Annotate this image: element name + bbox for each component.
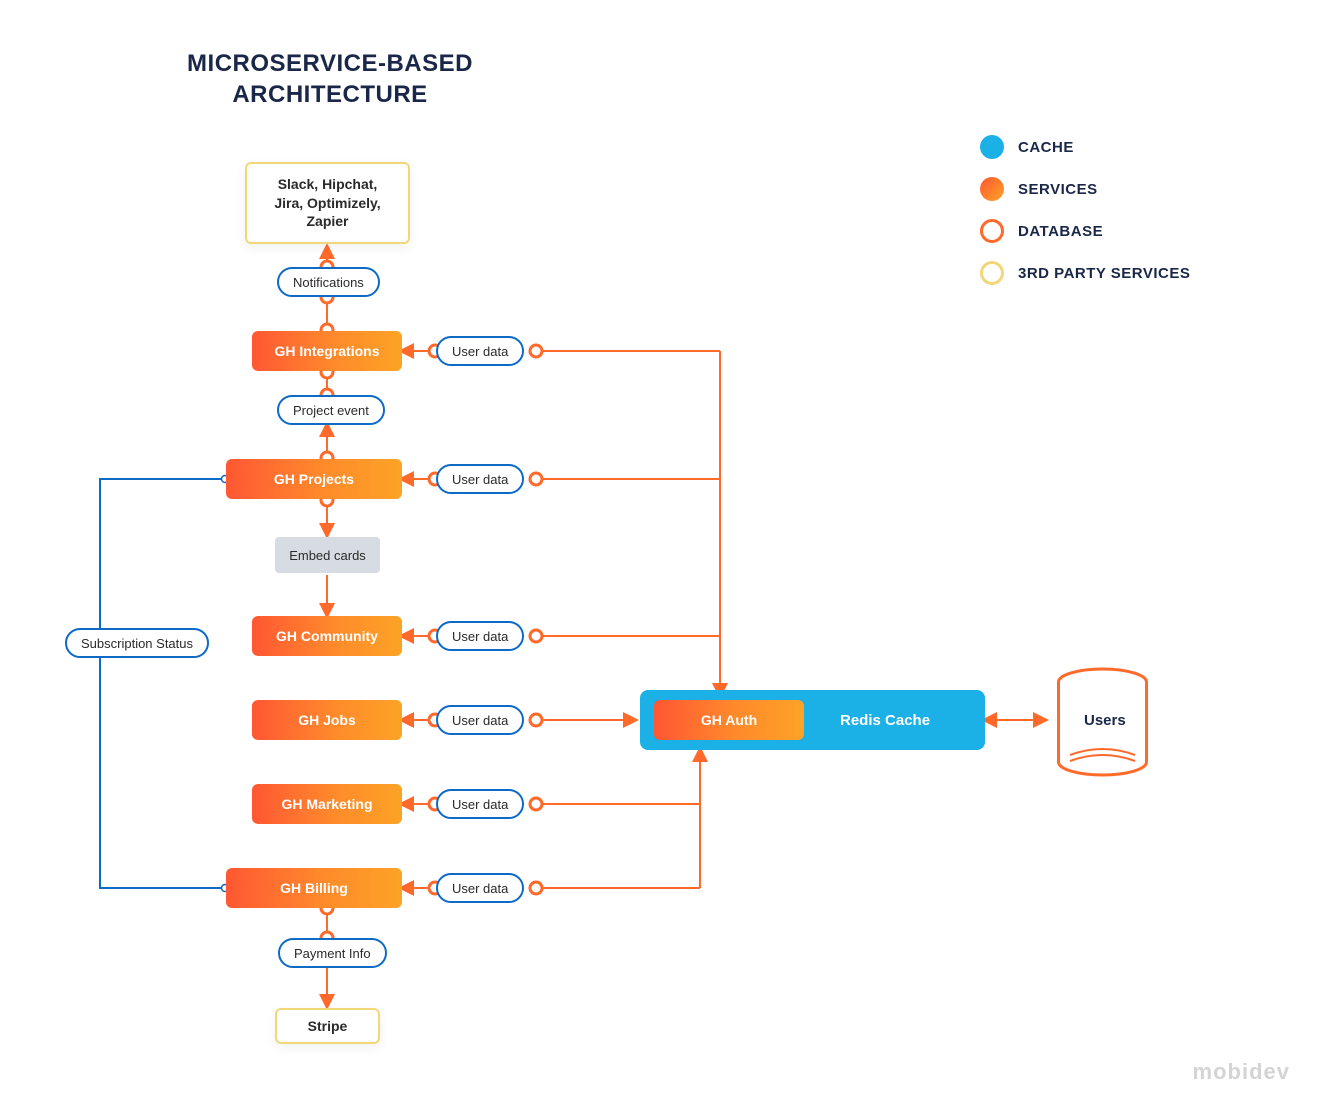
pill-label: User data bbox=[452, 881, 508, 896]
service-gh-integrations-label: GH Integrations bbox=[274, 343, 379, 359]
service-gh-community: GH Community bbox=[252, 616, 402, 656]
title-line-1: MICROSERVICE-BASED bbox=[187, 50, 473, 77]
ring-icon bbox=[980, 261, 1004, 285]
pill-user-data-jobs: User data bbox=[436, 705, 524, 735]
pill-label: User data bbox=[452, 344, 508, 359]
circle-icon bbox=[980, 177, 1004, 201]
service-gh-projects: GH Projects bbox=[226, 459, 402, 499]
pill-notifications: Notifications bbox=[277, 267, 380, 297]
diagram-title: MICROSERVICE-BASED ARCHITECTURE bbox=[175, 48, 485, 110]
pill-user-data-projects: User data bbox=[436, 464, 524, 494]
pill-payment-info: Payment Info bbox=[278, 938, 387, 968]
legend-label-third-party: 3RD PARTY SERVICES bbox=[1018, 265, 1190, 282]
legend: CACHE SERVICES DATABASE 3RD PARTY SERVIC… bbox=[980, 135, 1190, 285]
legend-item-services: SERVICES bbox=[980, 177, 1190, 201]
service-gh-projects-label: GH Projects bbox=[274, 471, 354, 487]
third-party-box-stripe-label: Stripe bbox=[308, 1017, 348, 1036]
pill-project-event: Project event bbox=[277, 395, 385, 425]
service-gh-jobs-label: GH Jobs bbox=[298, 712, 356, 728]
gray-embed-cards: Embed cards bbox=[275, 537, 380, 573]
circle-icon bbox=[980, 135, 1004, 159]
service-gh-billing: GH Billing bbox=[226, 868, 402, 908]
pill-label: User data bbox=[452, 472, 508, 487]
service-gh-marketing-label: GH Marketing bbox=[281, 796, 372, 812]
service-gh-auth: GH Auth bbox=[654, 700, 804, 740]
pill-subscription-status-label: Subscription Status bbox=[81, 636, 193, 651]
pill-payment-info-label: Payment Info bbox=[294, 946, 371, 961]
pill-user-data-marketing: User data bbox=[436, 789, 524, 819]
third-party-box-integrations: Slack, Hipchat, Jira, Optimizely, Zapier bbox=[245, 162, 410, 244]
pill-notifications-label: Notifications bbox=[293, 275, 364, 290]
legend-label-services: SERVICES bbox=[1018, 181, 1098, 198]
service-gh-jobs: GH Jobs bbox=[252, 700, 402, 740]
brand-watermark: mobidev bbox=[1193, 1059, 1290, 1085]
cache-redis: GH Auth Redis Cache bbox=[640, 690, 985, 750]
pill-user-data-billing: User data bbox=[436, 873, 524, 903]
gray-embed-cards-label: Embed cards bbox=[289, 548, 366, 563]
service-gh-community-label: GH Community bbox=[276, 628, 378, 644]
legend-label-cache: CACHE bbox=[1018, 139, 1074, 156]
pill-user-data-community: User data bbox=[436, 621, 524, 651]
service-gh-marketing: GH Marketing bbox=[252, 784, 402, 824]
pill-label: User data bbox=[452, 797, 508, 812]
pill-subscription-status: Subscription Status bbox=[65, 628, 209, 658]
ring-icon bbox=[980, 219, 1004, 243]
cache-redis-label: Redis Cache bbox=[840, 712, 930, 729]
service-gh-billing-label: GH Billing bbox=[280, 880, 348, 896]
pill-label: User data bbox=[452, 713, 508, 728]
legend-label-database: DATABASE bbox=[1018, 223, 1103, 240]
third-party-box-integrations-label: Slack, Hipchat, Jira, Optimizely, Zapier bbox=[274, 175, 380, 232]
pill-user-data-integrations: User data bbox=[436, 336, 524, 366]
pill-project-event-label: Project event bbox=[293, 403, 369, 418]
service-gh-auth-label: GH Auth bbox=[701, 712, 757, 728]
pill-label: User data bbox=[452, 629, 508, 644]
title-line-2: ARCHITECTURE bbox=[232, 81, 427, 108]
legend-item-database: DATABASE bbox=[980, 219, 1190, 243]
legend-item-third-party: 3RD PARTY SERVICES bbox=[980, 261, 1190, 285]
third-party-box-stripe: Stripe bbox=[275, 1008, 380, 1044]
legend-item-cache: CACHE bbox=[980, 135, 1190, 159]
service-gh-integrations: GH Integrations bbox=[252, 331, 402, 371]
database-users-label: Users bbox=[1084, 712, 1126, 729]
